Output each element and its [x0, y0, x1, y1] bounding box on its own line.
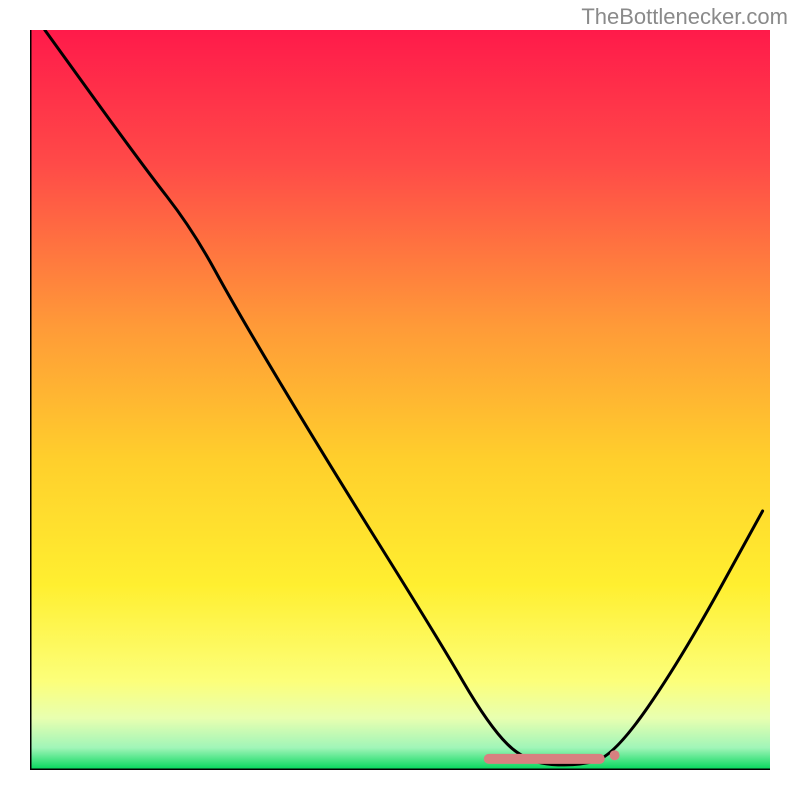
plot-area: [30, 30, 770, 770]
watermark-text: TheBottlenecker.com: [581, 4, 788, 30]
chart-svg: [30, 30, 770, 770]
gradient-background: [30, 30, 770, 770]
highlight-dot: [610, 750, 620, 760]
chart-container: TheBottlenecker.com: [0, 0, 800, 800]
